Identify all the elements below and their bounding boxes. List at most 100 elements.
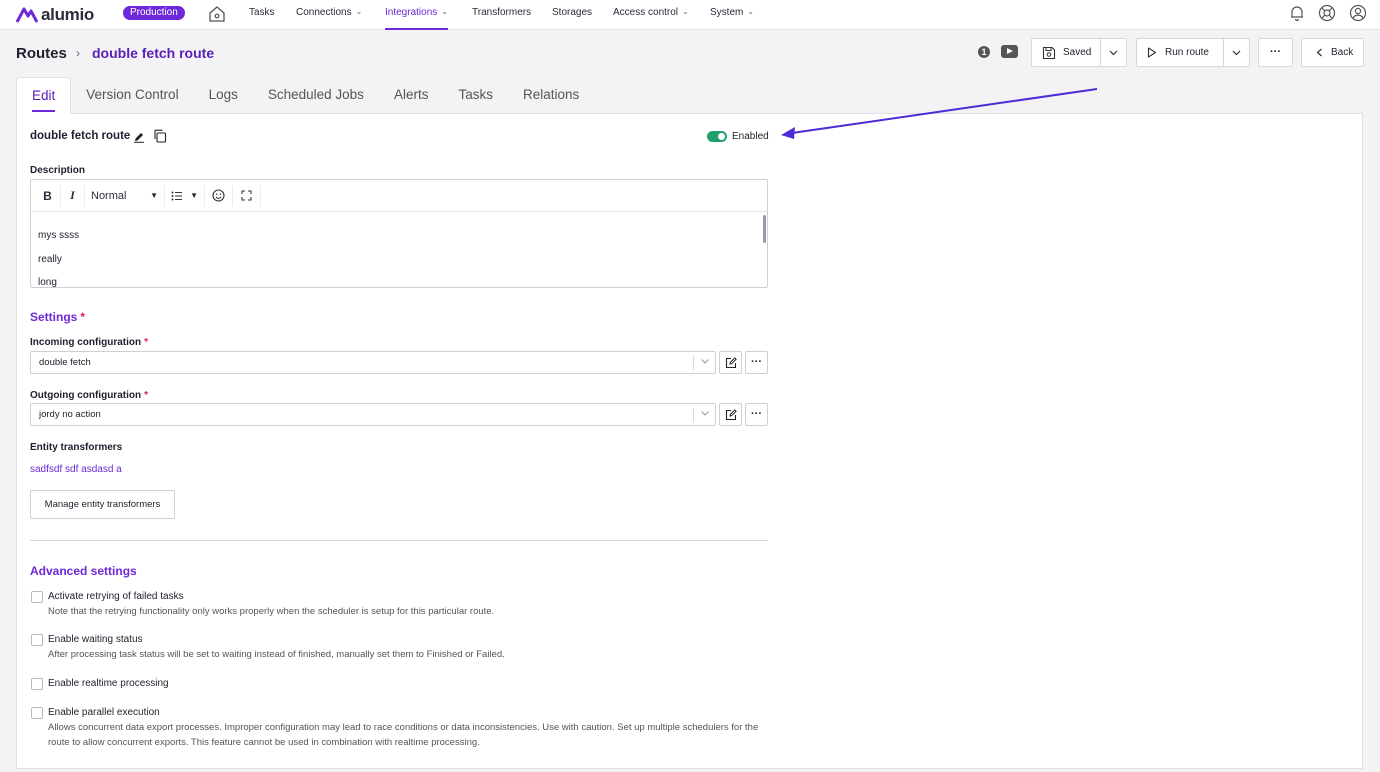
description-line: mys ssss	[38, 230, 80, 241]
save-button-group: Saved	[1031, 38, 1127, 67]
caret-down-icon: ▼	[190, 191, 198, 200]
waiting-status-checkbox[interactable]	[31, 634, 43, 646]
retry-failed-tasks-description: Note that the retrying functionality onl…	[48, 606, 495, 617]
tab-logs[interactable]: Logs	[194, 77, 253, 114]
route-name: double fetch route	[30, 130, 131, 142]
chevron-down-icon: ⌄	[747, 7, 755, 16]
outgoing-configuration-select[interactable]: jordy no action	[30, 403, 716, 426]
waiting-status-title: Enable waiting status	[48, 634, 143, 645]
advanced-settings-heading: Advanced settings	[30, 564, 137, 578]
text-format-select[interactable]: Normal ▼	[85, 185, 165, 206]
play-icon	[1147, 47, 1157, 58]
bell-icon[interactable]	[1288, 4, 1306, 22]
chevron-down-icon: ⌄	[682, 7, 689, 16]
home-icon[interactable]	[208, 5, 226, 23]
chevron-down-icon: ⌄	[355, 7, 363, 16]
edit-outgoing-button[interactable]	[719, 403, 742, 426]
incoming-more-button[interactable]: ···	[745, 351, 768, 374]
route-tabs: Edit Version Control Logs Scheduled Jobs…	[16, 77, 594, 114]
bold-button[interactable]: B	[35, 185, 61, 206]
italic-button[interactable]: I	[61, 185, 85, 206]
enabled-toggle[interactable]	[707, 131, 727, 142]
parallel-execution-checkbox[interactable]	[31, 707, 43, 719]
nav-transformers[interactable]: Transformers	[472, 0, 531, 30]
realtime-processing-title: Enable realtime processing	[48, 678, 169, 689]
nav-connections[interactable]: Connections ⌄	[296, 0, 362, 30]
nav-integrations[interactable]: Integrations ⌄	[385, 0, 448, 30]
select-divider	[693, 408, 694, 422]
run-route-label: Run route	[1165, 47, 1209, 58]
chevron-left-icon	[1316, 48, 1322, 57]
video-tutorial-icon[interactable]	[1001, 45, 1018, 58]
outgoing-configuration-label: Outgoing configuration *	[30, 390, 148, 401]
emoji-button[interactable]	[205, 185, 233, 206]
text-format-value: Normal	[91, 189, 127, 202]
back-label: Back	[1331, 47, 1354, 58]
more-horizontal-icon: ···	[751, 356, 762, 368]
chevron-down-icon	[701, 411, 709, 416]
realtime-processing-checkbox[interactable]	[31, 678, 43, 690]
description-line: long	[38, 277, 57, 288]
incoming-configuration-select[interactable]: double fetch	[30, 351, 716, 374]
top-navigation: alumio Production Tasks Connections ⌄ Int…	[0, 0, 1380, 30]
list-format-button[interactable]: ▼	[165, 185, 205, 206]
parallel-execution-title: Enable parallel execution	[48, 707, 160, 718]
more-options-button[interactable]: ···	[1258, 38, 1293, 67]
more-horizontal-icon: ···	[1270, 46, 1281, 58]
list-icon	[171, 191, 182, 200]
description-text[interactable]: mys ssss really long	[38, 224, 79, 295]
select-divider	[693, 356, 694, 370]
tab-alerts[interactable]: Alerts	[379, 77, 444, 114]
chevron-right-icon: ›	[76, 46, 80, 60]
nav-storages[interactable]: Storages	[552, 0, 592, 30]
outgoing-configuration-value: jordy no action	[39, 409, 101, 420]
incoming-configuration-value: double fetch	[39, 357, 91, 368]
back-button[interactable]: Back	[1301, 38, 1364, 67]
nav-access-control[interactable]: Access control ⌄	[613, 0, 689, 30]
save-options-dropdown[interactable]	[1100, 39, 1126, 66]
run-route-button[interactable]: Run route	[1137, 47, 1223, 58]
saved-button[interactable]: Saved	[1032, 46, 1100, 60]
copy-icon[interactable]	[153, 129, 167, 143]
fullscreen-button[interactable]	[233, 185, 261, 206]
caret-down-icon: ▼	[150, 191, 158, 200]
tab-relations[interactable]: Relations	[508, 77, 594, 114]
chevron-down-icon	[701, 359, 709, 364]
edit-square-icon	[725, 356, 737, 368]
editor-scrollbar[interactable]	[763, 215, 766, 243]
chevron-down-icon	[1109, 50, 1118, 55]
run-options-dropdown[interactable]	[1223, 39, 1249, 66]
app-logo[interactable]: alumio	[16, 5, 94, 25]
expand-icon	[241, 190, 252, 201]
nav-tasks[interactable]: Tasks	[249, 0, 275, 30]
user-avatar-icon[interactable]	[1349, 4, 1367, 22]
tab-tasks[interactable]: Tasks	[443, 77, 508, 114]
retry-failed-tasks-title: Activate retrying of failed tasks	[48, 591, 184, 602]
tab-version-control[interactable]: Version Control	[71, 77, 193, 114]
edit-incoming-button[interactable]	[719, 351, 742, 374]
description-editor[interactable]: B I Normal ▼ ▼ mys ssss really long	[30, 179, 768, 288]
waiting-status-description: After processing task status will be set…	[48, 649, 505, 660]
more-horizontal-icon: ···	[751, 408, 762, 420]
settings-heading: Settings *	[30, 310, 86, 324]
outgoing-more-button[interactable]: ···	[745, 403, 768, 426]
page-header: Routes › double fetch route 1 Saved Run …	[0, 31, 1380, 75]
incoming-configuration-label: Incoming configuration *	[30, 337, 149, 348]
entity-transformer-link[interactable]: sadfsdf sdf asdasd a	[30, 464, 122, 475]
section-divider	[30, 540, 768, 541]
alumio-logo-icon	[16, 7, 38, 23]
pencil-icon[interactable]	[133, 131, 145, 143]
tab-scheduled-jobs[interactable]: Scheduled Jobs	[253, 77, 379, 114]
help-icon[interactable]	[1318, 4, 1336, 22]
breadcrumb-routes[interactable]: Routes	[16, 45, 67, 62]
edit-square-icon	[725, 408, 737, 420]
environment-badge: Production	[123, 6, 185, 20]
retry-failed-tasks-checkbox[interactable]	[31, 591, 43, 603]
nav-system[interactable]: System ⌄	[710, 0, 754, 30]
emoji-icon	[212, 189, 225, 202]
manage-entity-transformers-button[interactable]: Manage entity transformers	[30, 490, 175, 519]
info-count-badge[interactable]: 1	[978, 46, 990, 58]
run-button-group: Run route	[1136, 38, 1250, 67]
entity-transformers-label: Entity transformers	[30, 442, 123, 453]
tab-edit[interactable]: Edit	[16, 77, 72, 114]
